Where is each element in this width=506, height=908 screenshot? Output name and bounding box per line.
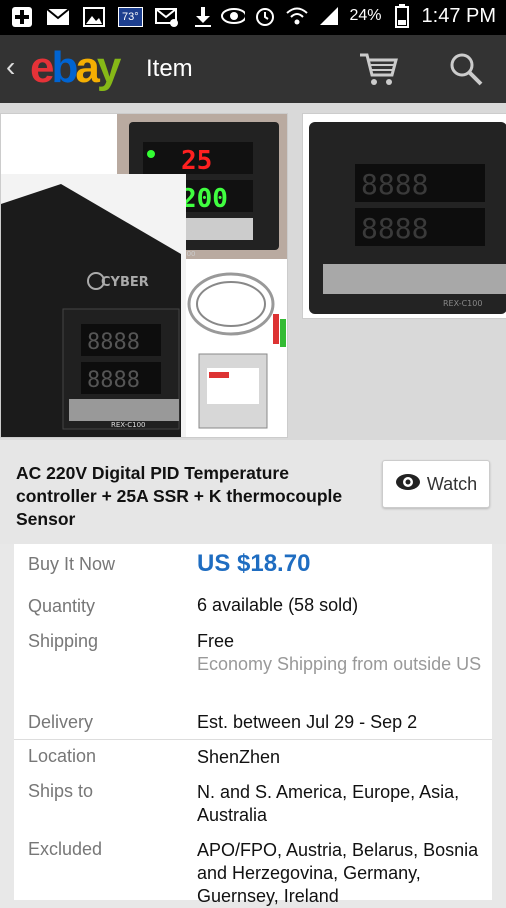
notification-icons: 73° (10, 5, 215, 29)
model-label-image2: REX-C100 (443, 299, 482, 308)
download-icon (191, 5, 215, 29)
item-details: Buy It Now US $18.70 Quantity 6 availabl… (14, 544, 492, 906)
shipping-value: Free (197, 631, 235, 651)
battery-icon (390, 4, 414, 28)
weather-icon: 73° (118, 7, 143, 27)
app-bar: ‹ ebay Item (0, 35, 506, 103)
cart-icon[interactable] (358, 51, 398, 87)
mail-icon (46, 5, 70, 29)
product-image-2[interactable]: 8888 8888 REX-C100 (302, 113, 506, 319)
back-icon[interactable]: ‹ (6, 53, 15, 81)
price: US $18.70 (197, 550, 311, 577)
image-icon (82, 5, 106, 29)
item-title: AC 220V Digital PID Temperature controll… (16, 463, 343, 529)
ships-to-label: Ships to (28, 781, 94, 801)
model-label-bottom: REX-C100 (111, 421, 146, 429)
watch-button[interactable]: Watch (382, 460, 490, 508)
delivery-label: Delivery (28, 712, 94, 732)
ebay-logo[interactable]: ebay (30, 43, 121, 93)
image-gallery[interactable]: 25 200 REX-C100 8888 8888 REX-C100 CYBER (0, 103, 506, 440)
product-image-1[interactable]: 25 200 REX-C100 8888 8888 REX-C100 CYBER (0, 113, 288, 438)
alarm-icon (253, 4, 277, 28)
watch-label: Watch (426, 473, 478, 494)
page-title: Item (146, 55, 193, 82)
svg-text:8888: 8888 (87, 330, 140, 355)
email-icon (154, 5, 179, 29)
excluded-label: Excluded (28, 839, 103, 859)
wifi-icon (285, 4, 309, 28)
excluded-value: APO/FPO, Austria, Belarus, Bosnia and He… (197, 840, 479, 906)
search-icon[interactable] (448, 51, 484, 87)
eye-icon (221, 4, 246, 28)
status-bar: 73° 24% 1:47 PM (0, 0, 506, 35)
brand-watermark: CYBER (101, 275, 149, 290)
quantity-value: 6 available (58 sold) (197, 595, 359, 615)
location-value: ShenZhen (197, 747, 281, 767)
delivery-value: Est. between Jul 29 - Sep 2 (197, 712, 418, 732)
svg-text:8888: 8888 (361, 168, 428, 201)
divider (14, 739, 492, 740)
sv-display: 200 (181, 184, 228, 214)
system-status: 24% 1:47 PM (221, 4, 496, 28)
signal-icon (317, 4, 341, 28)
shipping-label: Shipping (28, 631, 99, 651)
shipping-subtext: Economy Shipping from outside US (197, 654, 482, 674)
item-header: AC 220V Digital PID Temperature controll… (0, 440, 506, 544)
add-icon (10, 5, 34, 29)
battery-percent: 24% (349, 7, 382, 24)
ships-to-value: N. and S. America, Europe, Asia, Austral… (197, 782, 460, 825)
clock: 1:47 PM (421, 4, 496, 27)
svg-text:8888: 8888 (87, 368, 140, 393)
svg-text:8888: 8888 (361, 212, 428, 245)
location-label: Location (28, 746, 97, 766)
pv-display: 25 (181, 146, 212, 176)
buy-it-now-label: Buy It Now (28, 554, 116, 574)
quantity-label: Quantity (28, 596, 96, 616)
eye-icon (395, 472, 421, 497)
